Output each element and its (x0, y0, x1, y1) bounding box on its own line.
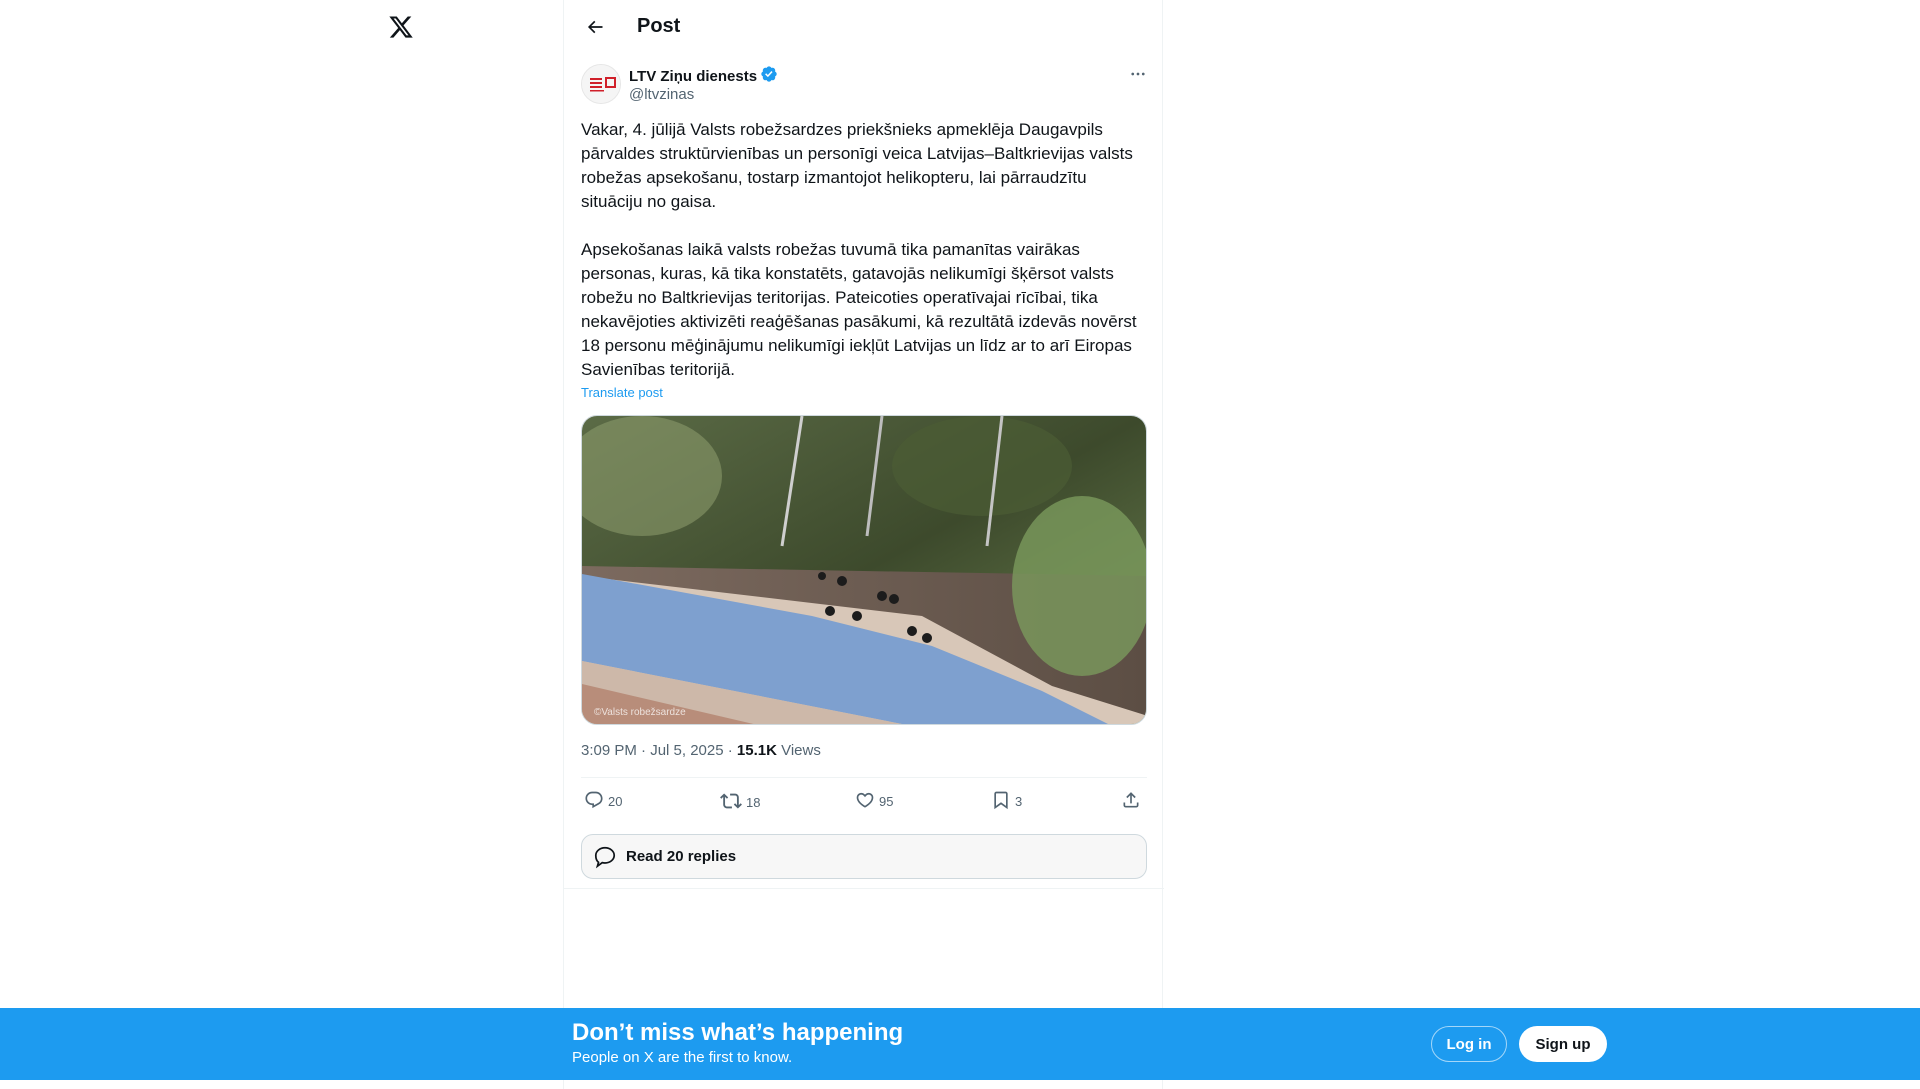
author-handle[interactable]: @ltvzinas (629, 85, 694, 105)
views-count: 15.1K (736, 742, 777, 759)
share-icon (1121, 790, 1141, 813)
banner-subtitle: People on X are the first to know. (572, 1049, 793, 1066)
post-header: Post (564, 0, 1164, 53)
like-count: 95 (879, 794, 894, 809)
x-logo-icon[interactable] (384, 10, 418, 44)
bookmark-icon (991, 790, 1011, 813)
post-image[interactable]: ©Valsts robežsardze (581, 415, 1147, 725)
chat-bubble-icon (592, 844, 618, 870)
login-button[interactable]: Log in (1431, 1026, 1507, 1062)
repost-icon (720, 790, 742, 815)
heart-icon (855, 790, 875, 813)
like-button[interactable]: 95 (855, 790, 893, 813)
reply-count: 20 (608, 794, 623, 809)
verified-badge-icon (760, 65, 778, 89)
post-meta: 3:09 PM · Jul 5, 2025 · 15.1K Views (581, 741, 821, 761)
post-text: Vakar, 4. jūlijā Valsts robežsardzes pri… (581, 120, 1137, 379)
action-bar: 20 18 95 3 (581, 777, 1147, 827)
divider (564, 888, 1164, 889)
page-title: Post (637, 15, 681, 37)
translate-post-link[interactable]: Translate post (581, 385, 663, 401)
repost-button[interactable]: 18 (720, 790, 760, 815)
reply-button[interactable]: 20 (584, 790, 622, 813)
signup-button[interactable]: Sign up (1519, 1026, 1607, 1062)
repost-count: 18 (746, 795, 761, 810)
bookmark-button[interactable]: 3 (991, 790, 1022, 813)
image-watermark: ©Valsts robežsardze (594, 707, 686, 718)
post-timestamp[interactable]: 3:09 PM · Jul 5, 2025 · (581, 742, 737, 759)
author-name-text: LTV Ziņu dienests (629, 68, 758, 85)
more-options-icon[interactable] (1124, 62, 1152, 86)
post-column: Post LTV Ziņu dienests @ltvzinas Vakar, … (563, 0, 1164, 1089)
reply-icon (584, 790, 604, 813)
share-button[interactable] (1121, 790, 1141, 813)
read-replies-label: Read 20 replies (626, 848, 737, 865)
views-label: Views (776, 742, 821, 759)
banner-title: Don’t miss what’s happening (572, 1019, 904, 1046)
bookmark-count: 3 (1015, 794, 1023, 809)
avatar[interactable] (581, 64, 621, 104)
signup-banner: Don’t miss what’s happening People on X … (0, 1008, 1920, 1080)
read-replies-button[interactable]: Read 20 replies (581, 834, 1147, 879)
arrow-left-icon[interactable] (577, 9, 613, 45)
